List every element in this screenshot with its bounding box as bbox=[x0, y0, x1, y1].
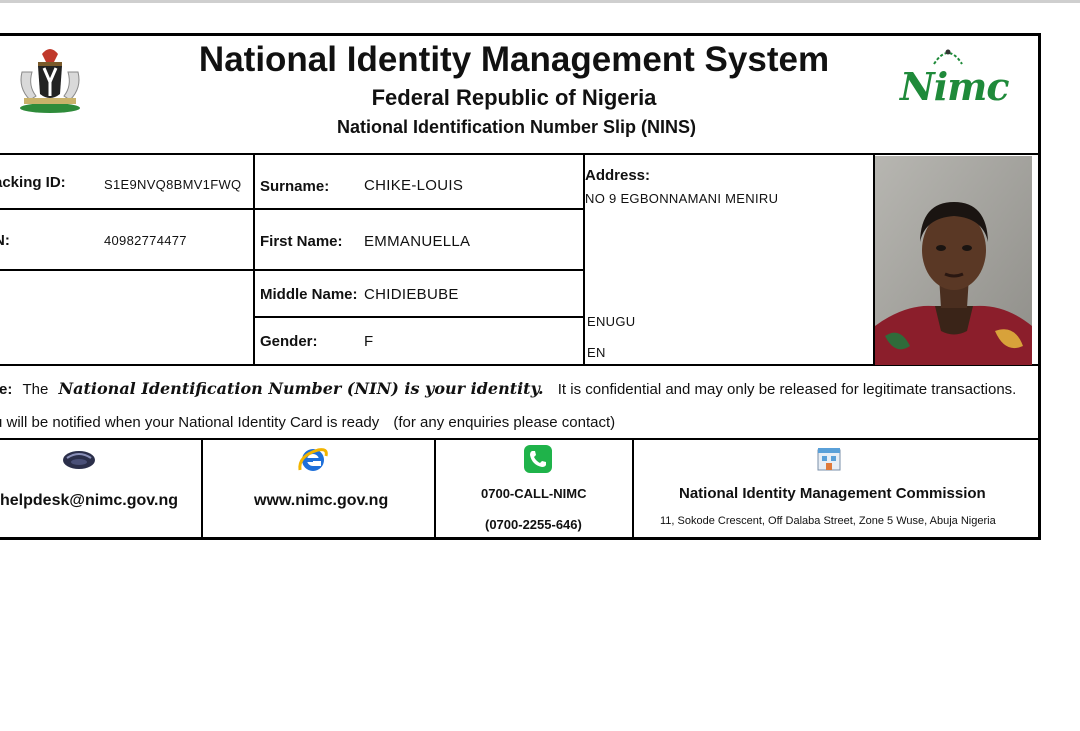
note-confidential: It is confidential and may only be relea… bbox=[557, 381, 1017, 398]
nimc-arc-icon bbox=[933, 49, 963, 65]
divider-foot-2 bbox=[434, 440, 436, 540]
tracking-id-label: acking ID: bbox=[0, 174, 66, 191]
note-the: The bbox=[22, 381, 49, 398]
note-enquiries: (for any enquiries please contact) bbox=[393, 414, 616, 431]
country-subtitle: Federal Republic of Nigeria bbox=[371, 85, 657, 110]
nin-slip: National Identity Management System Fede… bbox=[0, 33, 1041, 540]
address-city: ENUGU bbox=[587, 314, 636, 329]
address-label: Address: bbox=[585, 167, 651, 184]
page-title: National Identity Management System bbox=[198, 40, 830, 79]
divider-mid-col bbox=[583, 153, 585, 365]
window-top-border bbox=[0, 0, 1080, 3]
phone-number: 0700-CALL-NIMC bbox=[481, 486, 587, 501]
divider-row1 bbox=[0, 208, 585, 210]
holder-photo bbox=[875, 156, 1032, 365]
divider-foot-1 bbox=[201, 440, 203, 540]
nimc-logo-text: Nimc bbox=[900, 64, 1010, 109]
org-address: 11, Sokode Crescent, Off Dalaba Street, … bbox=[660, 515, 996, 527]
mail-icon bbox=[63, 451, 95, 469]
slip-title: National Identification Number Slip (NIN… bbox=[336, 117, 696, 137]
email-link[interactable]: helpdesk@nimc.gov.ng bbox=[0, 492, 178, 510]
gender-label: Gender: bbox=[260, 333, 318, 350]
address-state: EN bbox=[587, 345, 606, 360]
website-link[interactable]: www.nimc.gov.ng bbox=[254, 492, 388, 510]
internet-explorer-icon bbox=[298, 448, 328, 471]
tracking-id-value: S1E9NVQ8BMV1FWQ bbox=[104, 177, 242, 192]
org-name: National Identity Management Commission bbox=[679, 485, 986, 502]
surname-value: CHIKE-LOUIS bbox=[364, 177, 464, 194]
divider-row2 bbox=[0, 269, 585, 271]
surname-label: Surname: bbox=[260, 178, 330, 195]
nin-label: N: bbox=[0, 232, 10, 249]
note-line-1: te: The National Identification Number (… bbox=[0, 379, 1016, 398]
note-label: te: bbox=[0, 381, 13, 398]
gender-value: F bbox=[364, 333, 374, 350]
divider-foot-3 bbox=[632, 440, 634, 540]
note-emphasis: National Identification Number (NIN) is … bbox=[58, 379, 544, 398]
portrait-image bbox=[875, 156, 1032, 365]
address-line1: NO 9 EGBONNAMANI MENIRU bbox=[585, 191, 779, 206]
first-name-label: First Name: bbox=[260, 233, 343, 250]
middle-name-label: Middle Name: bbox=[260, 286, 358, 303]
phone-number-digits: (0700-2255-646) bbox=[485, 517, 582, 532]
divider-note-bottom bbox=[0, 438, 1038, 440]
first-name-value: EMMANUELLA bbox=[364, 233, 471, 250]
note-card-ready: u will be notified when your National Id… bbox=[0, 414, 380, 431]
divider-left-col bbox=[253, 153, 255, 365]
slip-header: National Identity Management System Fede… bbox=[0, 36, 1038, 155]
phone-icon bbox=[524, 445, 552, 473]
middle-name-value: CHIDIEBUBE bbox=[364, 286, 459, 303]
divider-row3 bbox=[253, 316, 585, 318]
nin-value: 40982774477 bbox=[104, 233, 187, 248]
nimc-logo: Nimc bbox=[900, 46, 1010, 109]
building-icon bbox=[817, 448, 841, 471]
note-line-2: u will be notified when your National Id… bbox=[0, 414, 615, 431]
